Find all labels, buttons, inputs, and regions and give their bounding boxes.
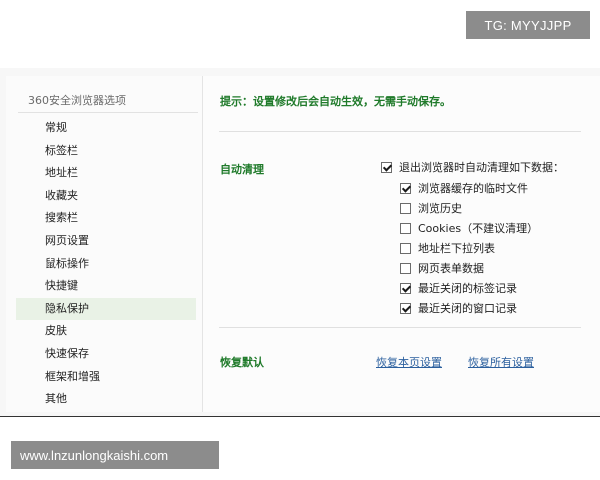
clean-option-cookies[interactable]: Cookies（不建议清理） (400, 220, 538, 236)
clean-option-closed-tabs[interactable]: 最近关闭的标签记录 (400, 280, 517, 296)
checkbox-box[interactable] (400, 242, 411, 254)
sidebar-item-shortcuts[interactable]: 快捷键 (16, 275, 196, 298)
section-divider (219, 327, 581, 328)
watermark-top: TG: MYYJJPP (466, 11, 590, 39)
sidebar-item-skins[interactable]: 皮肤 (16, 320, 196, 343)
clean-option-address-dropdown[interactable]: 地址栏下拉列表 (400, 240, 495, 256)
checkbox-label: 最近关闭的标签记录 (418, 282, 517, 295)
sidebar-divider (18, 112, 198, 113)
sidebar-item-mouse-actions[interactable]: 鼠标操作 (16, 253, 196, 276)
checkbox-box[interactable] (400, 202, 411, 214)
clean-option-temp-files[interactable]: 浏览器缓存的临时文件 (400, 180, 528, 196)
watermark-bottom: www.lnzunlongkaishi.com (11, 441, 219, 469)
auto-save-tip: 提示：设置修改后会自动生效，无需手动保存。 (220, 95, 451, 108)
restore-all-settings-link[interactable]: 恢复所有设置 (468, 354, 534, 370)
checkbox-box[interactable] (381, 161, 392, 173)
sidebar-item-search-bar[interactable]: 搜索栏 (16, 207, 196, 230)
checkbox-box[interactable] (400, 262, 411, 274)
sidebar-item-tab-bar[interactable]: 标签栏 (16, 140, 196, 163)
checkbox-box[interactable] (400, 302, 411, 314)
sidebar-item-privacy[interactable]: 隐私保护 (16, 297, 196, 321)
section-divider (219, 131, 581, 132)
checkbox-label: 网页表单数据 (418, 262, 484, 275)
sidebar-item-general[interactable]: 常规 (16, 117, 196, 140)
checkbox-label: 浏览历史 (418, 202, 462, 215)
browser-options-window: 360安全浏览器选项 常规 标签栏 地址栏 收藏夹 搜索栏 网页设置 鼠标操作 … (0, 68, 600, 417)
sidebar-item-quick-save[interactable]: 快速保存 (16, 343, 196, 366)
clean-option-history[interactable]: 浏览历史 (400, 200, 462, 216)
privacy-settings-panel: 提示：设置修改后会自动生效，无需手动保存。 自动清理 退出浏览器时自动清理如下数… (203, 76, 600, 412)
checkbox-label: 地址栏下拉列表 (418, 242, 495, 255)
sidebar-item-other[interactable]: 其他 (16, 388, 196, 411)
checkbox-label: 最近关闭的窗口记录 (418, 302, 517, 315)
clean-option-closed-windows[interactable]: 最近关闭的窗口记录 (400, 300, 517, 316)
sidebar-item-address-bar[interactable]: 地址栏 (16, 162, 196, 185)
checkbox-label: 浏览器缓存的临时文件 (418, 182, 528, 195)
checkbox-box[interactable] (400, 222, 411, 234)
clean-on-exit-checkbox[interactable]: 退出浏览器时自动清理如下数据： (381, 159, 564, 175)
restore-defaults-label: 恢复默认 (220, 356, 264, 369)
checkbox-box[interactable] (400, 282, 411, 294)
checkbox-label: 退出浏览器时自动清理如下数据： (399, 161, 564, 174)
sidebar-item-framework[interactable]: 框架和增强 (16, 366, 196, 389)
sidebar-list: 常规 标签栏 地址栏 收藏夹 搜索栏 网页设置 鼠标操作 快捷键 隐私保护 皮肤… (16, 117, 196, 411)
sidebar-item-favorites[interactable]: 收藏夹 (16, 185, 196, 208)
sidebar-title: 360安全浏览器选项 (28, 94, 126, 107)
clean-option-form-data[interactable]: 网页表单数据 (400, 260, 484, 276)
auto-clean-label: 自动清理 (220, 163, 264, 176)
restore-page-settings-link[interactable]: 恢复本页设置 (376, 354, 442, 370)
sidebar-item-web-settings[interactable]: 网页设置 (16, 230, 196, 253)
checkbox-label: Cookies（不建议清理） (418, 222, 539, 235)
checkbox-box[interactable] (400, 182, 411, 194)
options-sidebar: 360安全浏览器选项 常规 标签栏 地址栏 收藏夹 搜索栏 网页设置 鼠标操作 … (6, 76, 203, 412)
